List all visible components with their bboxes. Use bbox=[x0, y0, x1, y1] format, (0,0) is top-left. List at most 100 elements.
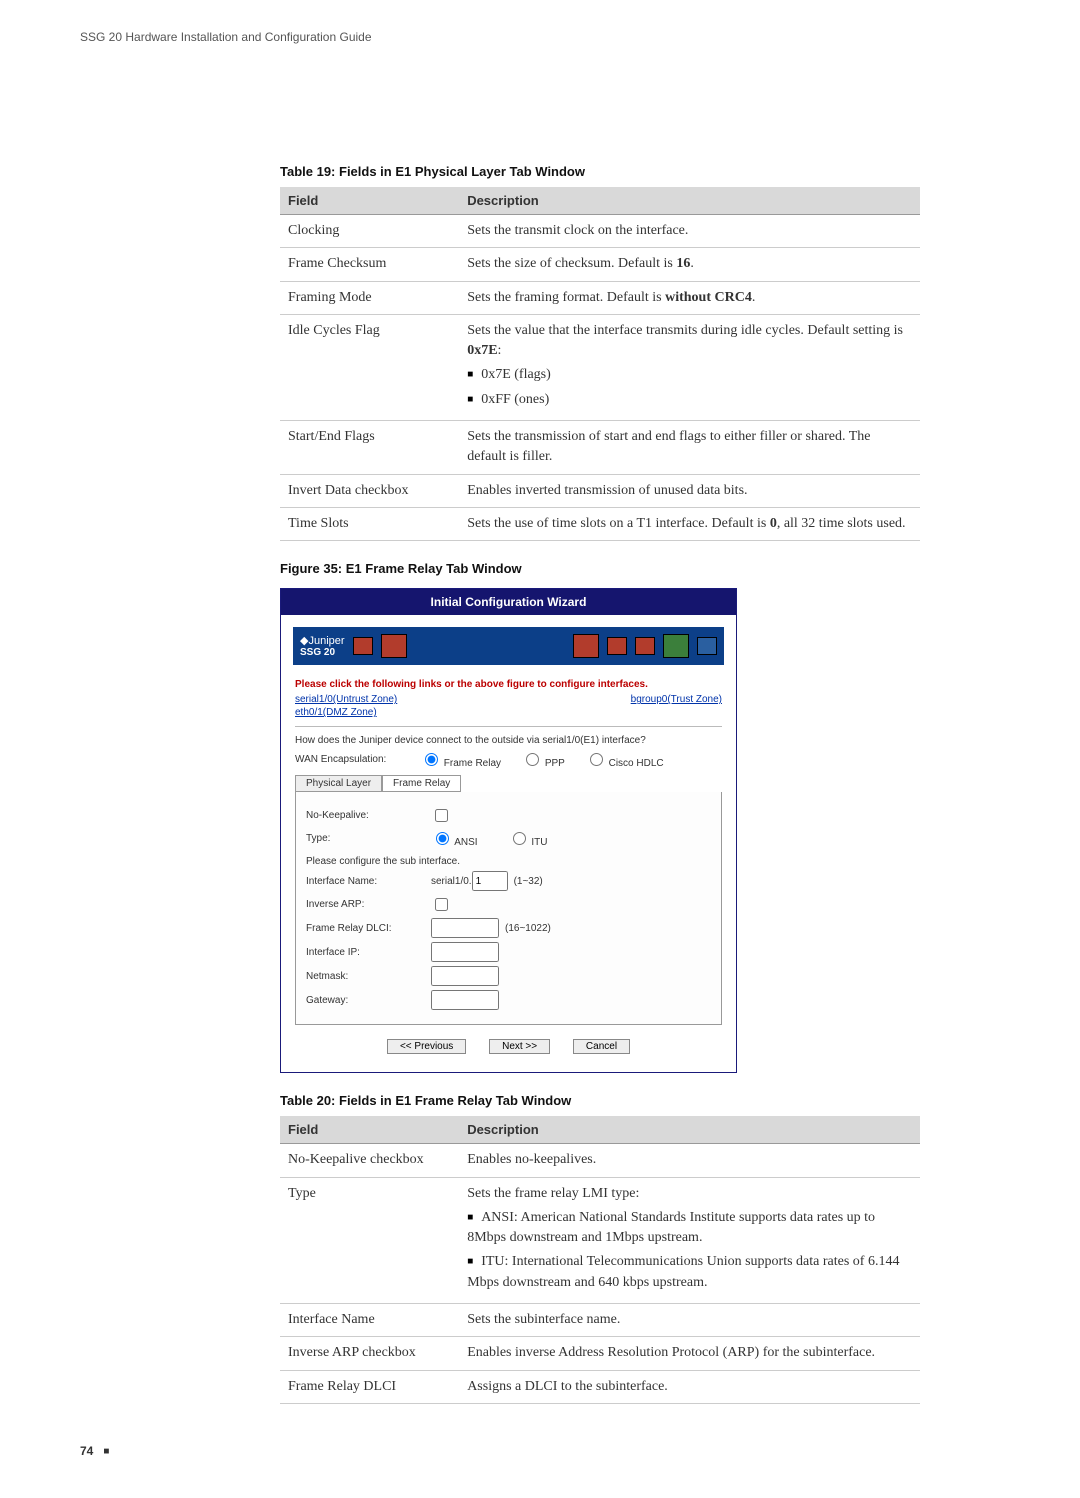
figure35-caption: Figure 35: E1 Frame Relay Tab Window bbox=[280, 561, 920, 576]
table-row: Idle Cycles Flag Sets the value that the… bbox=[280, 314, 920, 420]
running-header: SSG 20 Hardware Installation and Configu… bbox=[80, 30, 1000, 44]
desc-cell: Sets the transmission of start and end f… bbox=[459, 421, 920, 475]
question-text: How does the Juniper device connect to t… bbox=[295, 735, 722, 746]
tab-physical-layer[interactable]: Physical Layer bbox=[295, 775, 382, 792]
field-cell: Invert Data checkbox bbox=[280, 474, 459, 507]
radio-ppp[interactable]: PPP bbox=[521, 750, 565, 769]
dlci-range: (16~1022) bbox=[505, 923, 551, 934]
table-row: Clocking Sets the transmit clock on the … bbox=[280, 215, 920, 248]
next-button[interactable]: Next >> bbox=[489, 1039, 550, 1054]
interface-ip-label: Interface IP: bbox=[306, 947, 431, 958]
radio-cisco-hdlc[interactable]: Cisco HDLC bbox=[585, 750, 664, 769]
desc-cell: Sets the frame relay LMI type: ANSI: Ame… bbox=[459, 1177, 920, 1303]
table-row: Time Slots Sets the use of time slots on… bbox=[280, 507, 920, 540]
subinterface-note: Please configure the sub interface. bbox=[306, 856, 711, 867]
instruction-text: Please click the following links or the … bbox=[295, 679, 722, 690]
table-row: Interface Name Sets the subinterface nam… bbox=[280, 1304, 920, 1337]
radio-itu[interactable]: ITU bbox=[508, 829, 548, 848]
table19-head-desc: Description bbox=[459, 187, 920, 215]
field-cell: Framing Mode bbox=[280, 281, 459, 314]
table-row: Framing Mode Sets the framing format. De… bbox=[280, 281, 920, 314]
product-name: SSG 20 bbox=[300, 647, 345, 658]
desc-cell: Sets the transmit clock on the interface… bbox=[459, 215, 920, 248]
field-cell: Start/End Flags bbox=[280, 421, 459, 475]
table-row: Start/End Flags Sets the transmission of… bbox=[280, 421, 920, 475]
device-icon bbox=[663, 634, 689, 658]
device-icon bbox=[353, 637, 373, 655]
list-item: ANSI: American National Standards Instit… bbox=[467, 1208, 912, 1249]
table-row: Inverse ARP checkbox Enables inverse Add… bbox=[280, 1337, 920, 1370]
tab-body: No-Keepalive: Type: ANSI ITU Please conf… bbox=[295, 792, 722, 1025]
device-icon bbox=[381, 634, 407, 658]
inverse-arp-checkbox[interactable] bbox=[435, 898, 448, 911]
field-cell: Clocking bbox=[280, 215, 459, 248]
wan-encap-label: WAN Encapsulation: bbox=[295, 754, 420, 765]
desc-cell: Sets the value that the interface transm… bbox=[459, 314, 920, 420]
type-label: Type: bbox=[306, 833, 431, 844]
field-cell: Inverse ARP checkbox bbox=[280, 1337, 459, 1370]
table-row: Invert Data checkbox Enables inverted tr… bbox=[280, 474, 920, 507]
page-footer: 74 ■ bbox=[80, 1444, 1000, 1458]
radio-frame-relay[interactable]: Frame Relay bbox=[420, 750, 501, 769]
interface-name-input[interactable] bbox=[472, 871, 508, 891]
table-row: Type Sets the frame relay LMI type: ANSI… bbox=[280, 1177, 920, 1303]
field-cell: No-Keepalive checkbox bbox=[280, 1144, 459, 1177]
field-cell: Interface Name bbox=[280, 1304, 459, 1337]
table19: Field Description Clocking Sets the tran… bbox=[280, 187, 920, 541]
dlci-input[interactable] bbox=[431, 918, 499, 938]
field-cell: Time Slots bbox=[280, 507, 459, 540]
field-cell: Idle Cycles Flag bbox=[280, 314, 459, 420]
link-eth-dmz[interactable]: eth0/1(DMZ Zone) bbox=[295, 707, 377, 718]
interface-name-prefix: serial1/0. bbox=[431, 876, 472, 887]
desc-cell: Sets the framing format. Default is with… bbox=[459, 281, 920, 314]
device-icon bbox=[635, 637, 655, 655]
interface-ip-input[interactable] bbox=[431, 942, 499, 962]
link-serial-untrust[interactable]: serial1/0(Untrust Zone) bbox=[295, 694, 397, 705]
list-item: ITU: International Telecommunications Un… bbox=[467, 1252, 912, 1293]
netmask-input[interactable] bbox=[431, 966, 499, 986]
list-item: 0xFF (ones) bbox=[467, 390, 912, 410]
table20-head-desc: Description bbox=[459, 1116, 920, 1144]
desc-cell: Sets the subinterface name. bbox=[459, 1304, 920, 1337]
wizard-title: Initial Configuration Wizard bbox=[281, 589, 736, 615]
gateway-label: Gateway: bbox=[306, 995, 431, 1006]
device-icon bbox=[573, 634, 599, 658]
list-item: 0x7E (flags) bbox=[467, 365, 912, 385]
field-cell: Frame Checksum bbox=[280, 248, 459, 281]
table20-head-field: Field bbox=[280, 1116, 459, 1144]
cancel-button[interactable]: Cancel bbox=[573, 1039, 630, 1054]
desc-cell: Sets the size of checksum. Default is 16… bbox=[459, 248, 920, 281]
table-row: Frame Relay DLCI Assigns a DLCI to the s… bbox=[280, 1370, 920, 1403]
dlci-label: Frame Relay DLCI: bbox=[306, 923, 431, 934]
radio-ansi[interactable]: ANSI bbox=[431, 829, 478, 848]
interface-name-label: Interface Name: bbox=[306, 876, 431, 887]
link-bgroup-trust[interactable]: bgroup0(Trust Zone) bbox=[631, 694, 722, 705]
no-keepalive-checkbox[interactable] bbox=[435, 809, 448, 822]
interface-name-range: (1~32) bbox=[514, 876, 543, 887]
tab-frame-relay[interactable]: Frame Relay bbox=[382, 775, 461, 792]
desc-cell: Sets the use of time slots on a T1 inter… bbox=[459, 507, 920, 540]
wizard-window: Initial Configuration Wizard ◆Juniper SS… bbox=[280, 588, 737, 1073]
gateway-input[interactable] bbox=[431, 990, 499, 1010]
wizard-banner: ◆Juniper SSG 20 bbox=[293, 627, 724, 665]
page-number: 74 bbox=[80, 1444, 93, 1458]
netmask-label: Netmask: bbox=[306, 971, 431, 982]
previous-button[interactable]: << Previous bbox=[387, 1039, 466, 1054]
desc-cell: Enables no-keepalives. bbox=[459, 1144, 920, 1177]
table-row: Frame Checksum Sets the size of checksum… bbox=[280, 248, 920, 281]
brand-name: Juniper bbox=[308, 635, 344, 647]
table19-caption: Table 19: Fields in E1 Physical Layer Ta… bbox=[280, 164, 920, 179]
field-cell: Type bbox=[280, 1177, 459, 1303]
field-cell: Frame Relay DLCI bbox=[280, 1370, 459, 1403]
device-icon bbox=[697, 637, 717, 655]
inverse-arp-label: Inverse ARP: bbox=[306, 899, 431, 910]
table19-head-field: Field bbox=[280, 187, 459, 215]
no-keepalive-label: No-Keepalive: bbox=[306, 810, 431, 821]
table20: Field Description No-Keepalive checkbox … bbox=[280, 1116, 920, 1404]
device-icon bbox=[607, 637, 627, 655]
table20-caption: Table 20: Fields in E1 Frame Relay Tab W… bbox=[280, 1093, 920, 1108]
desc-cell: Assigns a DLCI to the subinterface. bbox=[459, 1370, 920, 1403]
footer-marker-icon: ■ bbox=[103, 1446, 109, 1457]
table-row: No-Keepalive checkbox Enables no-keepali… bbox=[280, 1144, 920, 1177]
desc-cell: Enables inverted transmission of unused … bbox=[459, 474, 920, 507]
